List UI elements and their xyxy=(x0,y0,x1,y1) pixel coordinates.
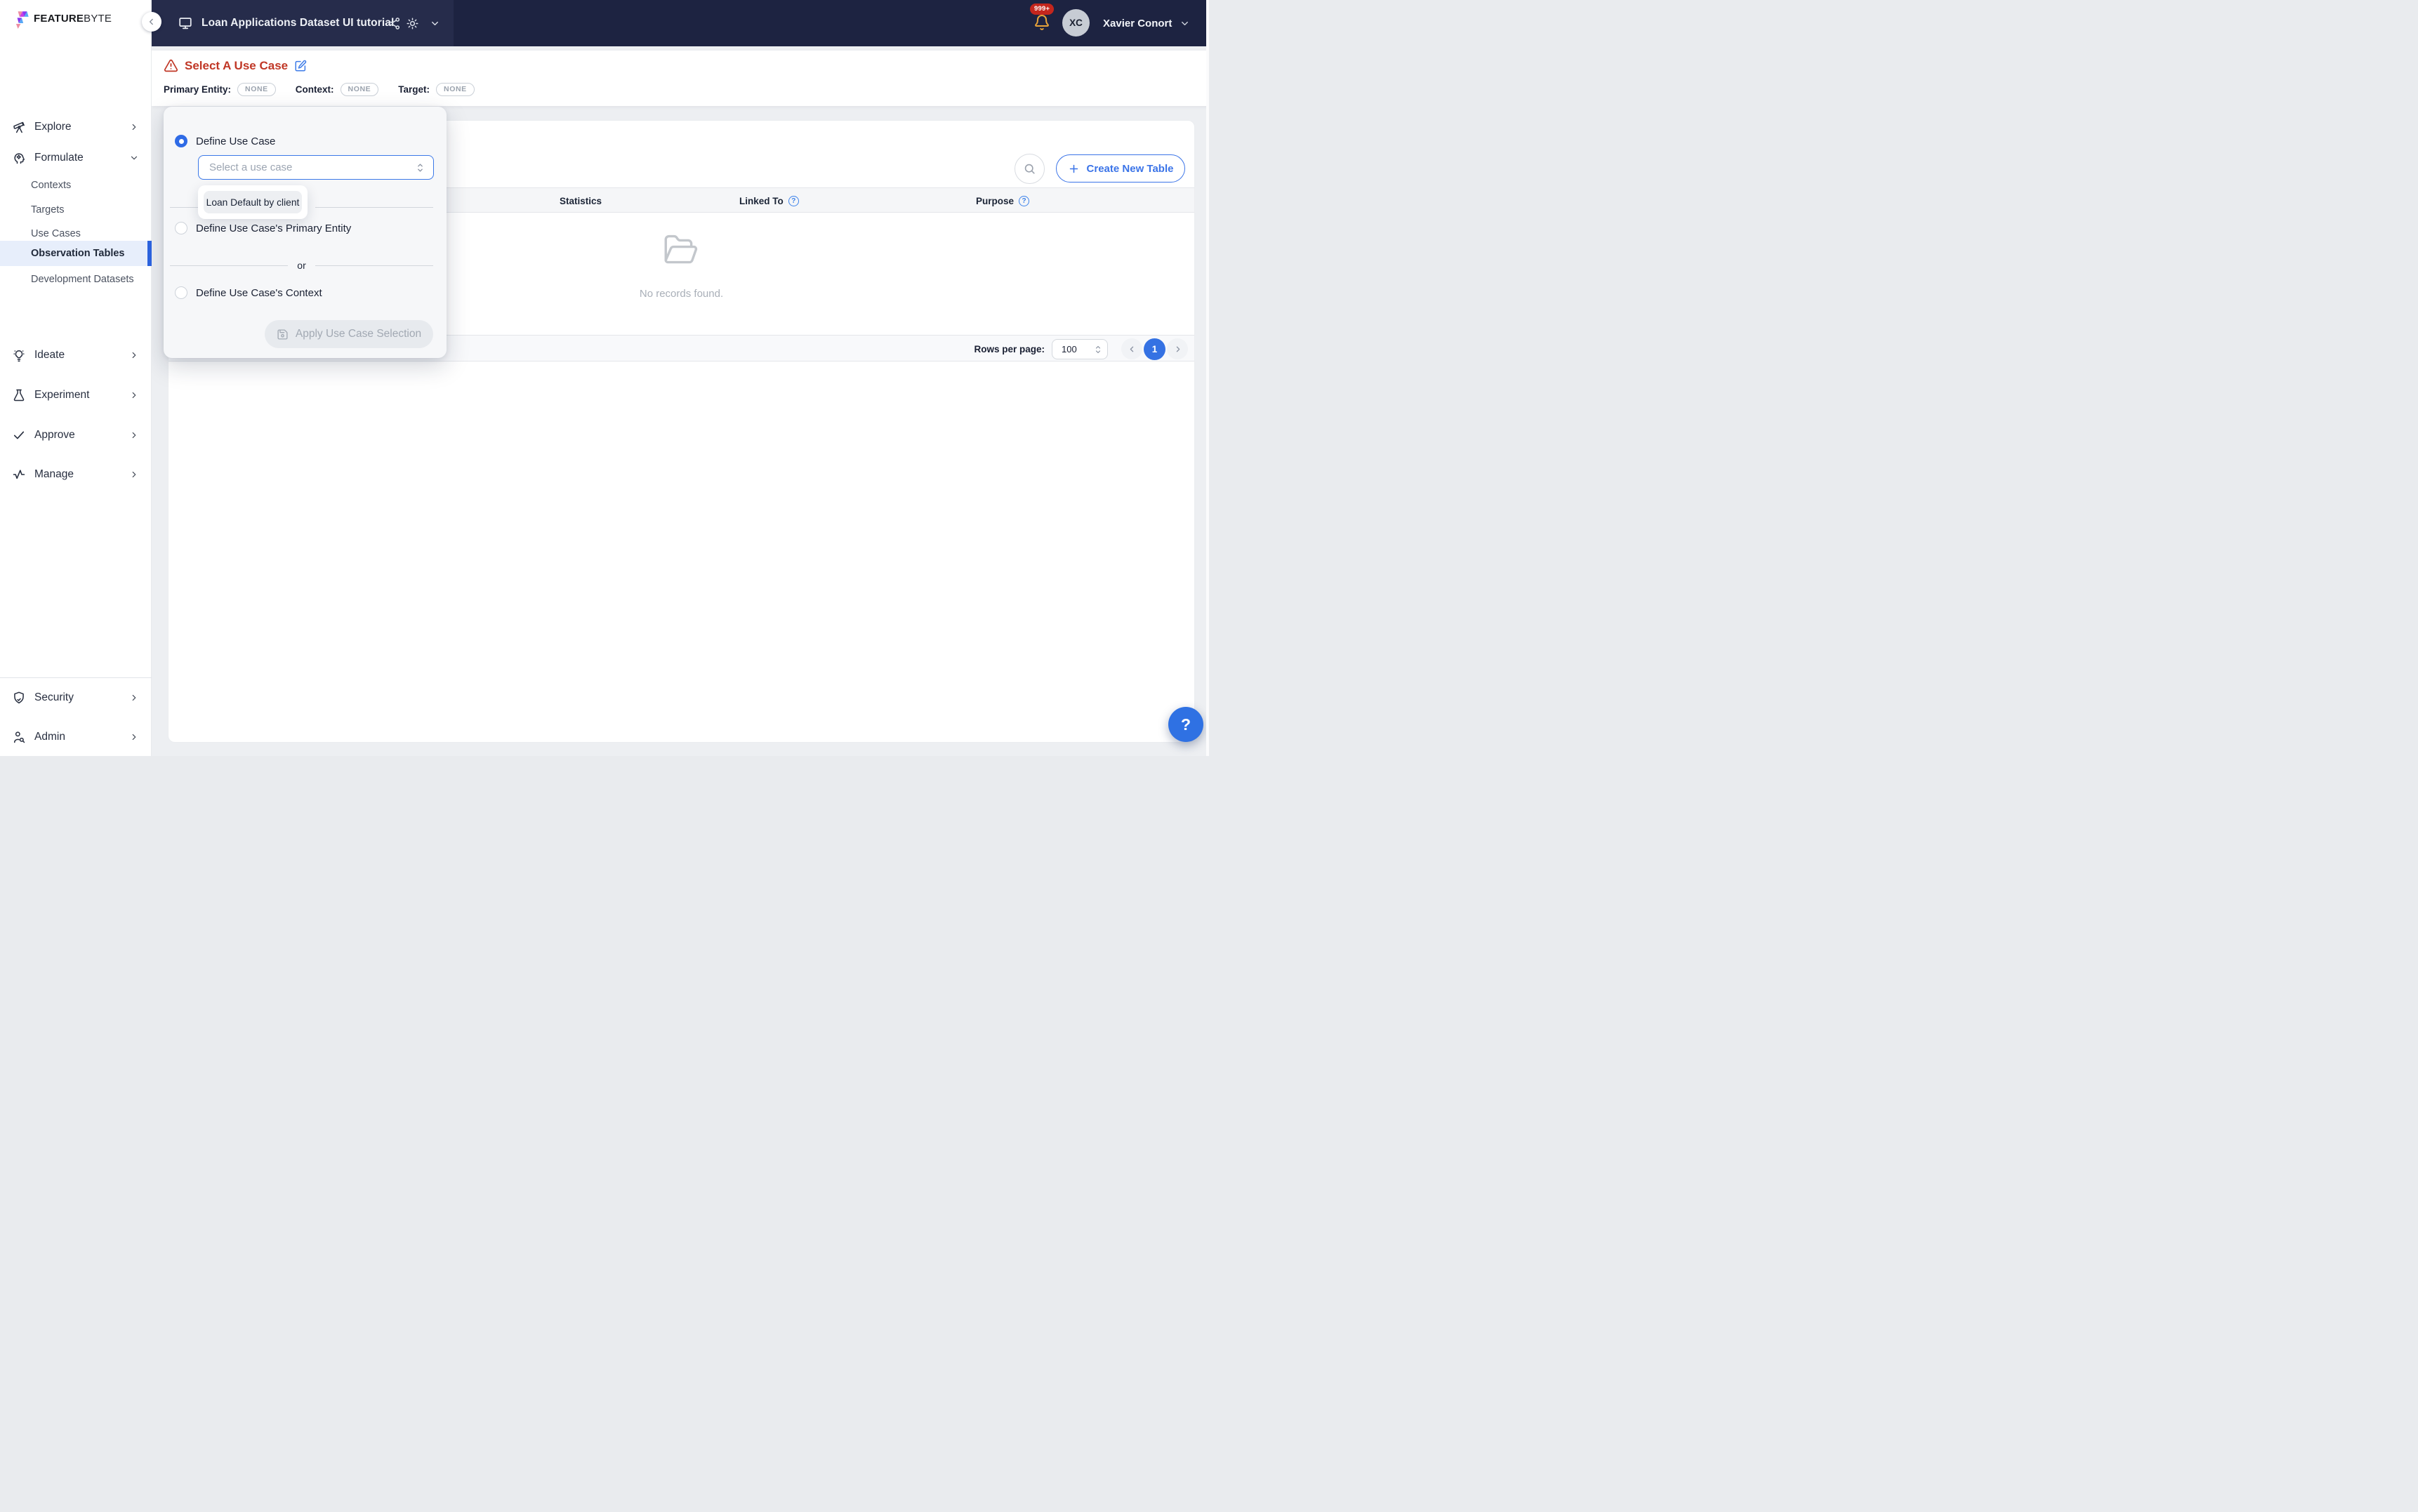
rows-per-page-label: Rows per page: xyxy=(974,343,1045,354)
define-use-case-label[interactable]: Define Use Case xyxy=(196,135,275,147)
chevron-right-icon xyxy=(129,732,139,742)
notifications-bell-icon[interactable] xyxy=(1033,14,1052,35)
chevron-right-icon xyxy=(129,122,139,132)
sidebar-item-approve[interactable]: Approve xyxy=(0,420,152,451)
featurebyte-logo[interactable]: FEATUREBYTE xyxy=(13,8,112,29)
select-updown-icon xyxy=(416,162,425,173)
selected-indicator xyxy=(147,241,152,266)
top-header: Loan Applications Dataset UI tutorial 99… xyxy=(152,0,1209,46)
app-window: Loan Applications Dataset UI tutorial 99… xyxy=(0,0,1209,756)
help-circle-icon[interactable]: ? xyxy=(788,195,799,206)
sidebar-collapse-button[interactable] xyxy=(142,12,161,32)
help-button[interactable]: ? xyxy=(1168,707,1203,742)
user-search-icon xyxy=(12,730,26,744)
open-folder-icon xyxy=(661,233,702,268)
user-menu[interactable]: Xavier Conort xyxy=(1103,0,1172,46)
sidebar-item-experiment[interactable]: Experiment xyxy=(0,380,152,411)
select-updown-icon xyxy=(1094,345,1102,354)
chevron-right-icon xyxy=(129,390,139,400)
define-use-case-radio[interactable] xyxy=(175,135,187,147)
help-circle-icon[interactable]: ? xyxy=(1019,195,1030,206)
sidebar-item-security[interactable]: Security xyxy=(0,682,152,713)
select-placeholder: Select a use case xyxy=(209,161,293,173)
share-icon[interactable] xyxy=(388,0,401,46)
define-context-radio[interactable] xyxy=(175,286,187,299)
sidebar-item-formulate[interactable]: Formulate xyxy=(0,142,152,173)
gear-icon[interactable] xyxy=(406,0,419,46)
featurebyte-logo-text: FEATUREBYTE xyxy=(34,13,112,25)
create-new-table-button[interactable]: Create New Table xyxy=(1056,154,1185,183)
sidebar-item-explore[interactable]: Explore xyxy=(0,112,152,142)
primary-entity-value-badge: NONE xyxy=(237,83,276,96)
notification-badge: 999+ xyxy=(1030,4,1055,15)
sidebar-item-contexts[interactable]: Contexts xyxy=(0,173,152,198)
empty-message: No records found. xyxy=(639,288,724,300)
context-label: Context: xyxy=(295,84,334,95)
column-header-linked-to: Linked To ? xyxy=(739,188,799,213)
chevron-right-icon xyxy=(129,430,139,440)
sidebar-item-manage[interactable]: Manage xyxy=(0,459,152,490)
define-primary-entity-radio[interactable] xyxy=(175,222,187,234)
use-case-bar: Select A Use Case Primary Entity: NONE C… xyxy=(152,51,1209,106)
check-icon xyxy=(12,428,26,442)
save-icon xyxy=(277,329,289,340)
user-chevron-down-icon[interactable] xyxy=(1180,18,1190,29)
target-label: Target: xyxy=(398,84,430,95)
define-primary-entity-label[interactable]: Define Use Case's Primary Entity xyxy=(196,223,351,234)
lightbulb-icon xyxy=(12,348,26,362)
sidebar-item-development-datasets[interactable]: Development Datasets xyxy=(0,267,152,292)
chevron-right-icon xyxy=(129,470,139,479)
sidebar: FEATUREBYTE Explore Formulate Contexts T… xyxy=(0,0,152,756)
flask-icon xyxy=(12,388,26,402)
target-value-badge: NONE xyxy=(436,83,475,96)
previous-page-button[interactable] xyxy=(1121,338,1142,359)
chevron-down-icon xyxy=(129,153,139,163)
scrollbar-track[interactable] xyxy=(1206,0,1209,756)
column-header-purpose: Purpose ? xyxy=(976,188,1030,213)
telescope-icon xyxy=(12,120,26,134)
sidebar-divider xyxy=(0,677,152,678)
primary-entity-label: Primary Entity: xyxy=(164,84,232,95)
apply-use-case-selection-button[interactable]: Apply Use Case Selection xyxy=(265,320,433,348)
use-case-popover: Define Use Case Select a use case or Loa… xyxy=(164,107,447,358)
featurebyte-logo-mark xyxy=(15,11,29,29)
define-context-label[interactable]: Define Use Case's Context xyxy=(196,287,322,299)
sidebar-item-targets[interactable]: Targets xyxy=(0,197,152,223)
chevron-right-icon xyxy=(129,693,139,703)
catalog-chevron-down-icon[interactable] xyxy=(430,0,440,46)
plus-icon xyxy=(1068,163,1080,175)
search-button[interactable] xyxy=(1015,154,1045,184)
head-gear-icon xyxy=(12,151,26,165)
warning-triangle-icon xyxy=(164,58,178,73)
sidebar-item-observation-tables[interactable]: Observation Tables xyxy=(0,241,152,266)
chevron-right-icon xyxy=(129,350,139,360)
catalog-title: Loan Applications Dataset UI tutorial xyxy=(202,17,395,29)
shield-check-icon xyxy=(12,691,26,705)
dropdown-option-loan-default[interactable]: Loan Default by client xyxy=(204,191,302,213)
activity-icon xyxy=(12,467,26,482)
column-header-statistics: Statistics xyxy=(560,195,602,206)
use-case-summary: Primary Entity: NONE Context: NONE Targe… xyxy=(164,83,475,96)
rows-per-page-select[interactable]: 100 xyxy=(1052,339,1108,359)
monitor-icon xyxy=(178,0,193,46)
sidebar-item-ideate[interactable]: Ideate xyxy=(0,340,152,371)
page-title: Select A Use Case xyxy=(185,58,289,72)
use-case-select[interactable]: Select a use case xyxy=(198,155,434,180)
use-case-dropdown-menu: Loan Default by client xyxy=(198,185,308,219)
sidebar-item-admin[interactable]: Admin xyxy=(0,722,152,752)
edit-pencil-icon[interactable] xyxy=(294,60,307,72)
next-page-button[interactable] xyxy=(1167,338,1188,359)
user-avatar[interactable]: XC xyxy=(1062,9,1090,37)
divider-or-bottom: or xyxy=(170,260,434,271)
page-number-button[interactable]: 1 xyxy=(1144,338,1165,360)
context-value-badge: NONE xyxy=(340,83,379,96)
search-icon xyxy=(1023,162,1036,175)
